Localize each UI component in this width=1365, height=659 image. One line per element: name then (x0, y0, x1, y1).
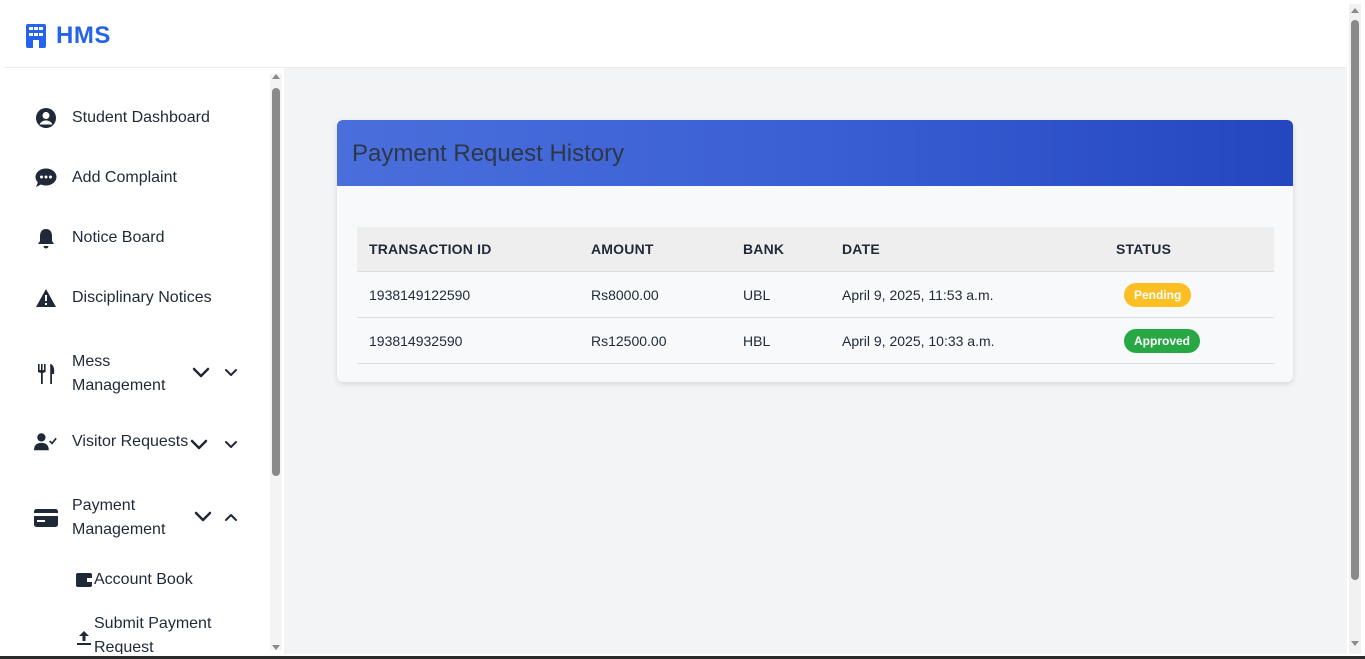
chevron-down-icon[interactable] (222, 364, 240, 382)
scroll-up-arrow-icon[interactable] (272, 74, 280, 79)
status-badge: Approved (1124, 328, 1201, 353)
scroll-down-arrow-icon[interactable] (272, 645, 280, 650)
user-circle-icon (34, 106, 58, 130)
transactions-table: TRANSACTION ID AMOUNT BANK DATE STATUS 1… (357, 227, 1274, 364)
sidebar-item-mess-management[interactable]: Mess Management (34, 350, 190, 398)
chat-bubble-icon (34, 166, 58, 190)
column-header: DATE (830, 227, 1104, 272)
transaction-id-cell: 1938149122590 (357, 271, 579, 318)
sidebar-item-disciplinary-notices[interactable]: Disciplinary Notices (34, 286, 212, 310)
status-cell: Pending (1104, 271, 1274, 318)
window-scroll-up-icon[interactable] (1351, 8, 1359, 13)
brand-title: HMS (56, 22, 111, 49)
warning-icon (34, 286, 58, 310)
sidebar-item-label: Add Complaint (72, 169, 177, 186)
upload-icon (76, 630, 92, 646)
bell-icon (34, 226, 58, 250)
payment-history-card: Payment Request History TRANSACTION ID A… (337, 120, 1293, 382)
sidebar-subitem-label: Submit Payment Request (94, 615, 212, 654)
sidebar-item-label: Disciplinary Notices (72, 289, 212, 306)
sidebar-item-payment-management[interactable]: Payment Management (34, 494, 190, 542)
user-check-icon (34, 430, 58, 454)
sidebar-subitem-submit-payment-request[interactable]: Submit Payment Request (76, 612, 234, 654)
column-header: STATUS (1104, 227, 1274, 272)
transaction-id-cell: 193814932590 (357, 317, 579, 364)
card-header: Payment Request History (337, 120, 1293, 186)
sidebar-item-label: Visitor Requests (72, 433, 189, 450)
window-scroll-down-icon[interactable] (1351, 641, 1359, 646)
column-header: AMOUNT (579, 227, 731, 272)
table-header-row: TRANSACTION ID AMOUNT BANK DATE STATUS (357, 227, 1274, 272)
credit-card-icon (34, 506, 58, 530)
sidebar-item-label: Mess Management (72, 353, 166, 394)
table-row: 1938149122590 Rs8000.00 UBL April 9, 202… (357, 271, 1274, 318)
status-cell: Approved (1104, 317, 1274, 364)
sidebar-item-label: Student Dashboard (72, 109, 210, 126)
column-header: BANK (731, 227, 830, 272)
building-icon (26, 24, 46, 48)
main-content: Payment Request History TRANSACTION ID A… (284, 68, 1347, 654)
sidebar-item-notice-board[interactable]: Notice Board (34, 226, 165, 250)
sidebar-item-label: Notice Board (72, 229, 165, 246)
sidebar-item-add-complaint[interactable]: Add Complaint (34, 166, 177, 190)
sidebar-item-student-dashboard[interactable]: Student Dashboard (34, 106, 210, 130)
amount-cell: Rs8000.00 (579, 271, 731, 318)
brand-logo[interactable]: HMS (26, 22, 111, 50)
column-header: TRANSACTION ID (357, 227, 579, 272)
chevron-down-icon[interactable] (222, 436, 240, 454)
date-cell: April 9, 2025, 10:33 a.m. (830, 317, 1104, 364)
app-window: HMS Student Dashboard Add Complaint Noti… (4, 4, 1347, 654)
sidebar-subitem-label: Account Book (94, 571, 193, 588)
bank-cell: HBL (731, 317, 830, 364)
card-title: Payment Request History (352, 140, 625, 167)
amount-cell: Rs12500.00 (579, 317, 731, 364)
window-scroll-thumb[interactable] (1351, 20, 1359, 580)
utensils-icon (34, 362, 58, 386)
top-bar: HMS (4, 4, 1347, 68)
sidebar-item-label: Payment Management (72, 497, 166, 538)
bank-cell: UBL (731, 271, 830, 318)
status-badge: Pending (1124, 282, 1192, 307)
chevron-down-icon[interactable] (192, 364, 210, 382)
sidebar-subitem-account-book[interactable]: Account Book (76, 568, 234, 592)
table-row: 193814932590 Rs12500.00 HBL April 9, 202… (357, 317, 1274, 364)
sidebar: Student Dashboard Add Complaint Notice B… (4, 68, 284, 654)
chevron-down-icon[interactable] (190, 436, 208, 454)
wallet-icon (76, 572, 92, 588)
sidebar-item-visitor-requests[interactable]: Visitor Requests (34, 430, 188, 454)
chevron-down-icon[interactable] (194, 508, 212, 526)
chevron-up-icon[interactable] (222, 508, 240, 526)
date-cell: April 9, 2025, 11:53 a.m. (830, 271, 1104, 318)
sidebar-scroll-thumb[interactable] (272, 88, 280, 476)
